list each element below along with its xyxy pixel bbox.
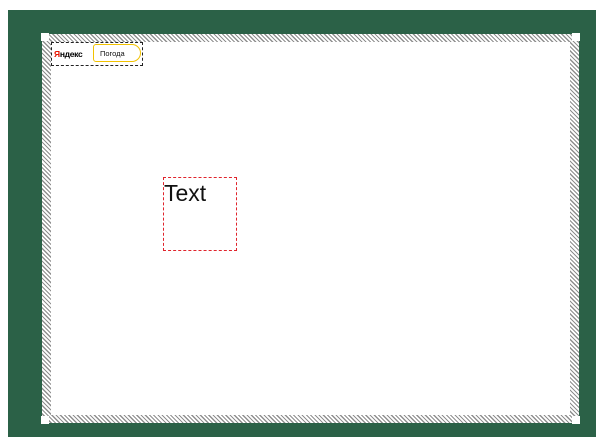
selected-frame[interactable]: Яндекс Погода Text [41,33,580,424]
text-frame[interactable]: Text [163,177,237,251]
resize-handle-bottom-left[interactable] [41,416,49,424]
resize-handle-top-right[interactable] [572,33,580,41]
resize-handle-top-left[interactable] [41,33,49,41]
yandex-logo-rest: ндекс [59,48,83,59]
yandex-weather-widget[interactable]: Яндекс Погода [51,42,143,66]
slide-editor-window: Яндекс Погода Text [8,10,596,437]
resize-handle-bottom-right[interactable] [572,416,580,424]
yandex-logo: Яндекс [54,48,83,59]
weather-badge[interactable]: Погода [93,44,141,62]
text-frame-content[interactable]: Text [164,182,206,205]
slide-canvas[interactable]: Яндекс Погода Text [51,42,570,415]
